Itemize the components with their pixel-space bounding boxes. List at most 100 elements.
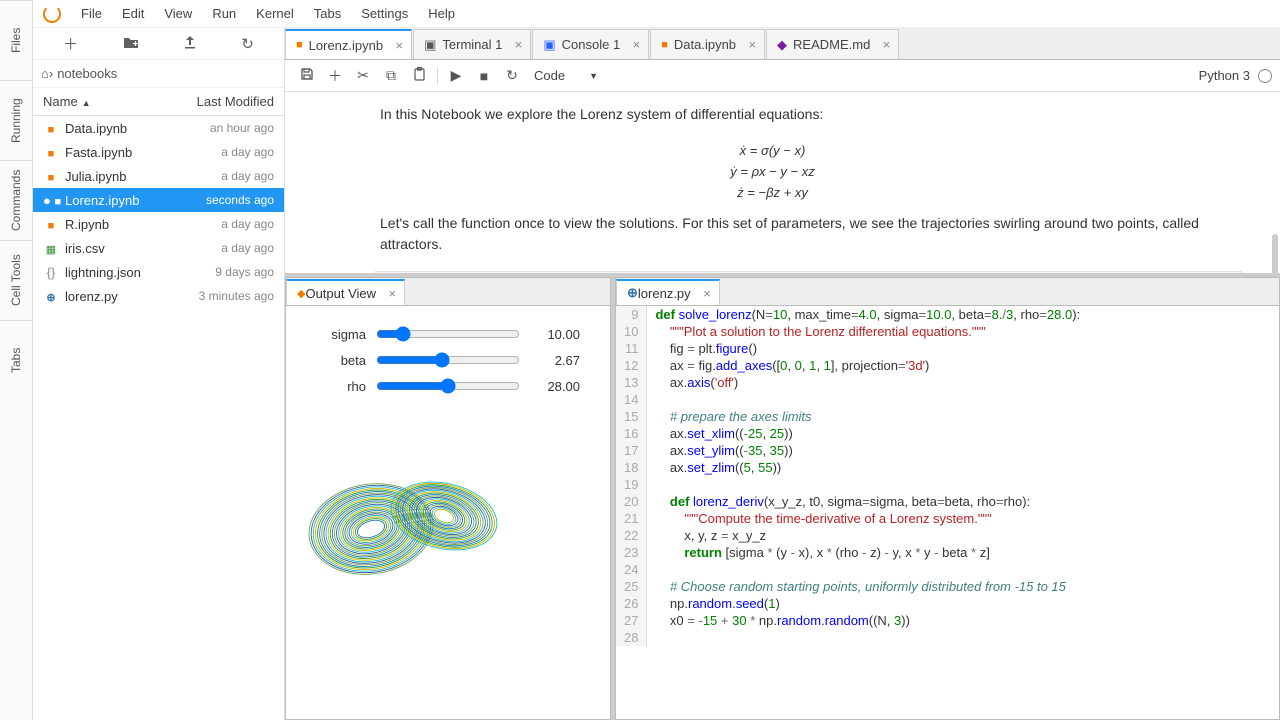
tab-icon: ■ <box>296 39 303 51</box>
file-name: lightning.json <box>65 265 215 280</box>
refresh-button[interactable]: ↻ <box>241 35 254 53</box>
file-name: Lorenz.ipynb <box>65 193 206 208</box>
close-icon[interactable]: × <box>396 38 404 53</box>
kernel-name[interactable]: Python 3 <box>1199 68 1250 83</box>
code-cell[interactable]: In [4]: from lorenz import solve_lorenz … <box>285 271 1260 273</box>
sort-modified[interactable]: Last Modified <box>197 94 284 109</box>
tab-icon: ■ <box>661 39 668 51</box>
scrollbar[interactable] <box>1270 154 1280 273</box>
slider-value: 28.00 <box>520 379 580 394</box>
file-row[interactable]: ■Julia.ipynba day ago <box>33 164 284 188</box>
slider-value: 2.67 <box>520 353 580 368</box>
menu-settings[interactable]: Settings <box>351 2 418 25</box>
stop-button[interactable]: ■ <box>470 68 498 84</box>
menu-kernel[interactable]: Kernel <box>246 2 304 25</box>
kernel-status-icon[interactable] <box>1258 69 1272 83</box>
file-row[interactable]: ⊕ lorenz.py3 minutes ago <box>33 284 284 308</box>
new-folder-button[interactable] <box>123 35 139 53</box>
code-lines[interactable]: def solve_lorenz(N=10, max_time=4.0, sig… <box>647 306 1080 646</box>
file-name: Data.ipynb <box>65 121 210 136</box>
sidebar-tab-cell-tools[interactable]: Cell Tools <box>0 240 32 320</box>
menubar: FileEditViewRunKernelTabsSettingsHelp <box>33 0 1280 28</box>
menu-file[interactable]: File <box>71 2 112 25</box>
file-row[interactable]: ■Data.ipynban hour ago <box>33 116 284 140</box>
markdown-cell[interactable]: Let's call the function once to view the… <box>380 213 1260 255</box>
menu-help[interactable]: Help <box>418 2 465 25</box>
equations: ẋ = σ(y − x) ẏ = ρx − y − xz ż = −βz + x… <box>285 141 1260 203</box>
tab-terminal-1[interactable]: ▣Terminal 1× <box>413 29 531 59</box>
close-icon[interactable]: × <box>633 37 641 52</box>
file-row[interactable]: ▦iris.csva day ago <box>33 236 284 260</box>
sidebar-tab-tabs[interactable]: Tabs <box>0 320 32 400</box>
output-view-panel: ◆ Output View × sigma10.00beta2.67rho28.… <box>285 277 611 720</box>
py-icon: ⊕ <box>43 289 59 304</box>
nb-icon: ■ <box>43 169 59 184</box>
tab-console-1[interactable]: ▣Console 1× <box>532 29 649 59</box>
file-modified: 3 minutes ago <box>199 289 274 303</box>
file-name: lorenz.py <box>65 289 199 304</box>
paste-button[interactable] <box>405 67 433 84</box>
cell-prompt: In [4]: <box>285 271 375 273</box>
slider-rho: rho28.00 <box>316 378 580 394</box>
activity-bar: FilesRunningCommandsCell ToolsTabs <box>0 0 33 720</box>
breadcrumb[interactable]: ⌂ › notebooks <box>33 60 284 88</box>
tab-data-ipynb[interactable]: ■Data.ipynb× <box>650 29 765 59</box>
cut-button[interactable]: ✂ <box>349 67 377 84</box>
slider-input[interactable] <box>376 326 520 342</box>
nb-icon: ● ■ <box>43 193 59 208</box>
file-row[interactable]: ■Fasta.ipynba day ago <box>33 140 284 164</box>
tab-icon: ▣ <box>424 37 436 53</box>
run-button[interactable]: ▶ <box>442 67 470 84</box>
home-icon[interactable]: ⌂ <box>41 66 49 81</box>
sidebar-tab-running[interactable]: Running <box>0 80 32 160</box>
file-list: ■Data.ipynban hour ago■Fasta.ipynba day … <box>33 116 284 720</box>
tab-output-view[interactable]: ◆ Output View × <box>286 279 405 305</box>
close-icon[interactable]: × <box>515 37 523 52</box>
notebook-toolbar: ＋ ✂ ⧉ ▶ ■ ↻ Code▼ Python 3 <box>285 60 1280 92</box>
tab-label: README.md <box>793 37 870 52</box>
notebook-body[interactable]: In this Notebook we explore the Lorenz s… <box>285 92 1280 273</box>
nb-icon: ■ <box>43 217 59 232</box>
file-list-header: Name▲ Last Modified <box>33 88 284 116</box>
menu-edit[interactable]: Edit <box>112 2 154 25</box>
file-row[interactable]: ● ■ Lorenz.ipynbseconds ago <box>33 188 284 212</box>
slider-input[interactable] <box>376 378 520 394</box>
new-launcher-button[interactable]: ＋ <box>63 33 78 54</box>
close-icon[interactable]: × <box>388 286 396 301</box>
menu-view[interactable]: View <box>154 2 202 25</box>
editor-body[interactable]: 910111213141516171819202122232425262728 … <box>616 306 1279 719</box>
close-icon[interactable]: × <box>883 37 891 52</box>
code-input[interactable]: from lorenz import solve_lorenz t, x_t =… <box>375 271 1242 273</box>
file-modified: seconds ago <box>206 193 274 207</box>
restart-button[interactable]: ↻ <box>498 67 526 84</box>
lorenz-attractor-plot <box>296 424 516 604</box>
sidebar-tab-files[interactable]: Files <box>0 0 32 80</box>
menu-run[interactable]: Run <box>202 2 246 25</box>
upload-button[interactable] <box>183 35 197 53</box>
file-row[interactable]: {}lightning.json9 days ago <box>33 260 284 284</box>
markdown-cell[interactable]: In this Notebook we explore the Lorenz s… <box>380 104 1260 125</box>
copy-button[interactable]: ⧉ <box>377 67 405 84</box>
sidebar-tab-commands[interactable]: Commands <box>0 160 32 240</box>
add-cell-button[interactable]: ＋ <box>321 66 349 86</box>
close-icon[interactable]: × <box>748 37 756 52</box>
file-name: iris.csv <box>65 241 221 256</box>
nb-icon: ■ <box>43 145 59 160</box>
notebook-icon: ◆ <box>297 287 305 300</box>
tab-readme-md[interactable]: ◆README.md× <box>766 29 899 59</box>
file-modified: a day ago <box>221 217 274 231</box>
slider-beta: beta2.67 <box>316 352 580 368</box>
slider-value: 10.00 <box>520 327 580 342</box>
menu-tabs[interactable]: Tabs <box>304 2 351 25</box>
close-icon[interactable]: × <box>703 286 711 301</box>
sort-name[interactable]: Name▲ <box>33 94 197 109</box>
slider-input[interactable] <box>376 352 520 368</box>
cell-type-select[interactable]: Code▼ <box>534 68 598 83</box>
tab-lorenz-ipynb[interactable]: ■Lorenz.ipynb× <box>285 29 412 59</box>
editor-panel: ⊕ lorenz.py × 91011121314151617181920212… <box>615 277 1280 720</box>
file-row[interactable]: ■ R.ipynba day ago <box>33 212 284 236</box>
csv-icon: ▦ <box>43 241 59 256</box>
tab-editor[interactable]: ⊕ lorenz.py × <box>616 279 720 305</box>
save-button[interactable] <box>293 67 321 84</box>
file-name: R.ipynb <box>65 217 221 232</box>
